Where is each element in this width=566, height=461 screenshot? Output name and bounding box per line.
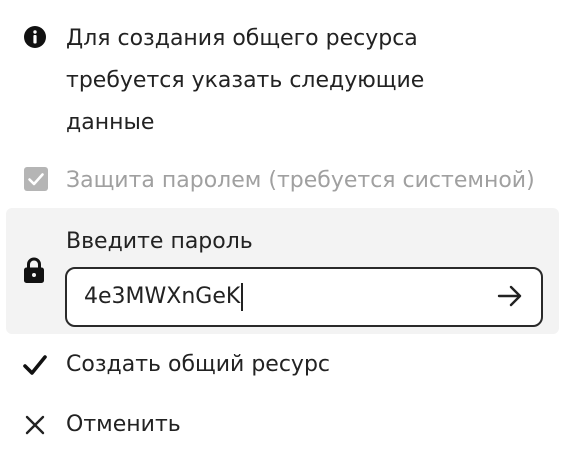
close-icon [25, 415, 45, 435]
password-protection-checkbox [24, 167, 48, 191]
share-notice: Для создания общего ресурса требуется ук… [0, 18, 566, 140]
password-value[interactable]: 4e3MWXnGeK [84, 269, 243, 324]
info-icon [24, 26, 46, 48]
password-protection-option: Защита паролем (требуется системной) [0, 160, 566, 202]
arrow-right-icon[interactable] [497, 284, 523, 308]
share-menu: Для создания общего ресурса требуется ук… [0, 0, 566, 461]
create-share-label: Создать общий ресурс [66, 352, 330, 377]
notice-line-1: Для создания общего ресурса [66, 26, 418, 51]
notice-line-2: требуется указать следующие [66, 68, 425, 93]
password-input[interactable]: 4e3MWXnGeK [65, 267, 543, 327]
checkmark-icon [28, 173, 44, 186]
create-share-button[interactable]: Создать общий ресурс [0, 340, 566, 390]
password-section: Введите пароль 4e3MWXnGeK [6, 208, 559, 334]
lock-icon [24, 257, 44, 283]
notice-line-3: данные [66, 110, 155, 135]
cancel-label: Отменить [66, 412, 181, 437]
password-label: Введите пароль [66, 229, 253, 254]
cancel-button[interactable]: Отменить [0, 400, 566, 450]
checkmark-icon [23, 355, 47, 375]
password-protection-label: Защита паролем (требуется системной) [66, 168, 535, 193]
notice-text: Для создания общего ресурса требуется ук… [66, 18, 536, 144]
text-caret [241, 283, 243, 311]
password-text: 4e3MWXnGeK [84, 284, 241, 309]
